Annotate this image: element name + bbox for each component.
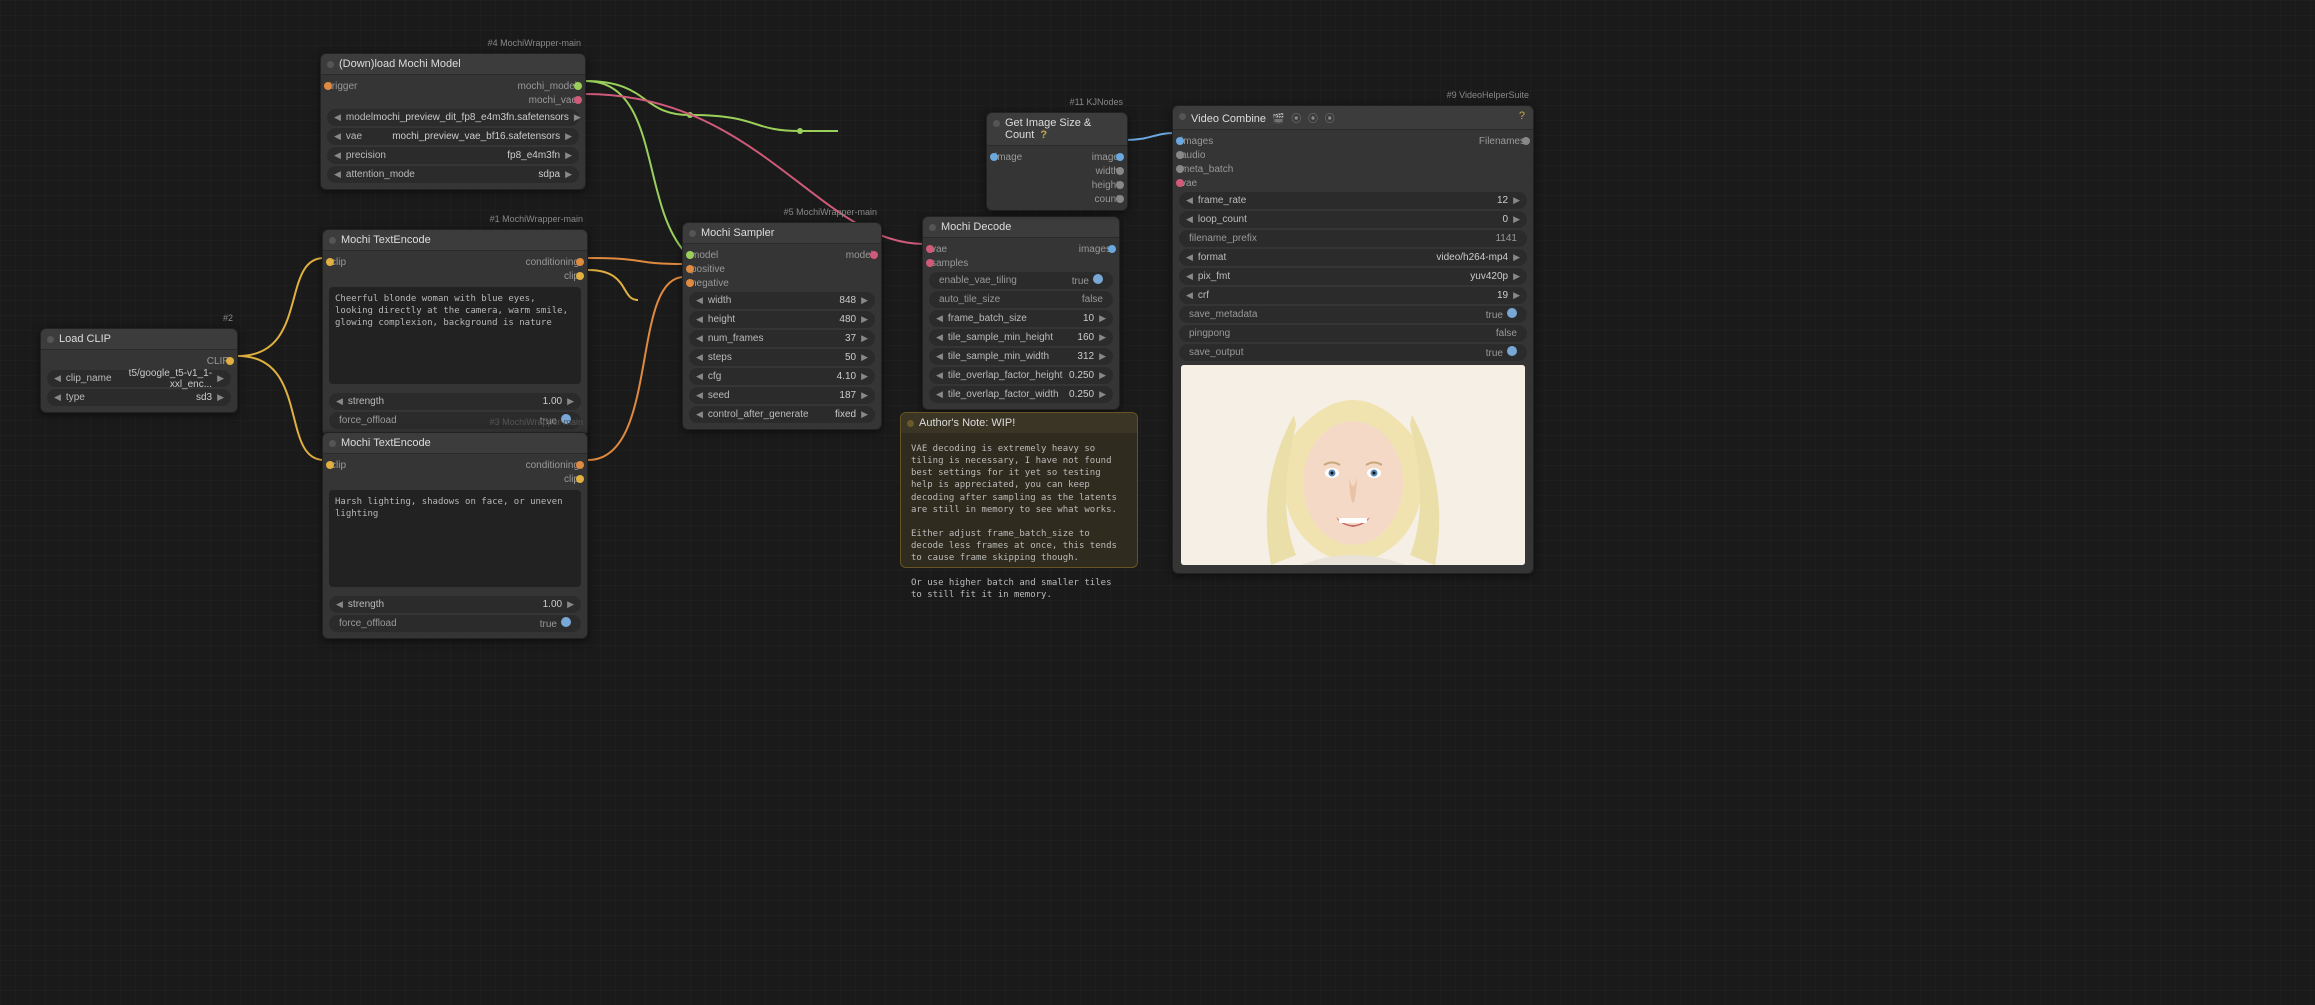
port-negative[interactable]: negative: [691, 278, 729, 289]
param-model[interactable]: ◀modelmochi_preview_dit_fp8_e4m3fn.safet…: [327, 109, 579, 126]
port-model-in[interactable]: model: [691, 250, 718, 261]
prompt-textarea[interactable]: [329, 287, 581, 384]
param-steps[interactable]: ◀steps50▶: [689, 349, 875, 366]
node-textencode-neg[interactable]: #3 MochiWrapper-main Mochi TextEncode cl…: [322, 432, 588, 639]
node-badge: #5 MochiWrapper-main: [784, 207, 877, 217]
node-badge: #1 MochiWrapper-main: [490, 214, 583, 224]
port-cond-out[interactable]: conditioning: [526, 460, 579, 471]
toggle-icon: [561, 617, 571, 627]
param-filename-prefix[interactable]: filename_prefix1141: [1179, 230, 1527, 247]
preview-image: [1181, 365, 1525, 565]
param-auto-tile[interactable]: auto_tile_sizefalse: [929, 291, 1113, 308]
port-height-out[interactable]: height: [1092, 180, 1119, 191]
param-precision[interactable]: ◀precisionfp8_e4m3fn▶: [327, 147, 579, 164]
param-width[interactable]: ◀width848▶: [689, 292, 875, 309]
node-title[interactable]: Mochi TextEncode: [323, 433, 587, 454]
node-title[interactable]: Load CLIP: [41, 329, 237, 350]
param-loop-count[interactable]: ◀loop_count0▶: [1179, 211, 1527, 228]
param-frames[interactable]: ◀num_frames37▶: [689, 330, 875, 347]
port-filenames-out[interactable]: Filenames: [1479, 136, 1525, 147]
port-meta-in[interactable]: meta_batch: [1181, 164, 1233, 175]
port-images-in[interactable]: images: [1181, 136, 1213, 147]
param-cfg[interactable]: ◀cfg4.10▶: [689, 368, 875, 385]
port-trigger[interactable]: trigger: [329, 81, 357, 92]
param-frame-rate[interactable]: ◀frame_rate12▶: [1179, 192, 1527, 209]
param-tiling[interactable]: enable_vae_tilingtrue: [929, 272, 1113, 289]
param-strength[interactable]: ◀strength1.00▶: [329, 596, 581, 613]
node-title[interactable]: Mochi Sampler: [683, 223, 881, 244]
param-minh[interactable]: ◀tile_sample_min_height160▶: [929, 329, 1113, 346]
param-minw[interactable]: ◀tile_sample_min_width312▶: [929, 348, 1113, 365]
node-title[interactable]: Video Combine🎬 ⦿ ⦿ ⦿?: [1173, 106, 1533, 130]
arrow-right-icon[interactable]: ▶: [214, 373, 227, 384]
node-badge: #3 MochiWrapper-main: [490, 417, 583, 427]
port-samples-in[interactable]: samples: [931, 258, 968, 269]
param-clip-name[interactable]: ◀ clip_name t5/google_t5-v1_1-xxl_enc...…: [47, 370, 231, 387]
param-type[interactable]: ◀ type sd3 ▶: [47, 389, 231, 406]
param-strength[interactable]: ◀strength1.00▶: [329, 393, 581, 410]
prompt-textarea[interactable]: [329, 490, 581, 587]
param-force-offload[interactable]: force_offloadtrue: [329, 615, 581, 632]
node-title[interactable]: Mochi TextEncode: [323, 230, 587, 251]
port-mochi-vae[interactable]: mochi_vae: [529, 95, 577, 106]
param-control-after-generate[interactable]: ◀control_after_generatefixed▶: [689, 406, 875, 423]
param-vae[interactable]: ◀vaemochi_preview_vae_bf16.safetensors▶: [327, 128, 579, 145]
param-pingpong[interactable]: pingpongfalse: [1179, 325, 1527, 342]
param-crf[interactable]: ◀crf19▶: [1179, 287, 1527, 304]
port-mochi-model[interactable]: mochi_model: [518, 81, 577, 92]
node-badge: #11 KJNodes: [1070, 97, 1123, 107]
param-ovw[interactable]: ◀tile_overlap_factor_width0.250▶: [929, 386, 1113, 403]
port-image-out[interactable]: image: [1092, 152, 1119, 163]
param-ovh[interactable]: ◀tile_overlap_factor_height0.250▶: [929, 367, 1113, 384]
param-pix-fmt[interactable]: ◀pix_fmtyuv420p▶: [1179, 268, 1527, 285]
node-authors-note[interactable]: Author's Note: WIP! VAE decoding is extr…: [900, 412, 1138, 568]
arrow-left-icon[interactable]: ◀: [51, 373, 64, 384]
port-positive[interactable]: positive: [691, 264, 725, 275]
node-title[interactable]: (Down)load Mochi Model: [321, 54, 585, 75]
node-title[interactable]: Author's Note: WIP!: [901, 413, 1137, 433]
port-model-out[interactable]: model: [846, 250, 873, 261]
port-cond-out[interactable]: conditioning: [526, 257, 579, 268]
node-load-clip[interactable]: #2 Load CLIP CLIP ◀ clip_name t5/google_…: [40, 328, 238, 413]
param-save-metadata[interactable]: save_metadatatrue: [1179, 306, 1527, 323]
param-height[interactable]: ◀height480▶: [689, 311, 875, 328]
toggle-icon: [1093, 274, 1103, 284]
header-icons[interactable]: 🎬 ⦿ ⦿ ⦿: [1272, 114, 1337, 125]
node-decode[interactable]: #10 MochiWrapper-main Mochi Decode vaeim…: [922, 216, 1120, 410]
note-body: VAE decoding is extremely heavy so tilin…: [901, 433, 1137, 611]
node-get-size[interactable]: #11 KJNodes Get Image Size & Count? imag…: [986, 112, 1128, 211]
node-title[interactable]: Mochi Decode: [923, 217, 1119, 238]
port-audio-in[interactable]: audio: [1181, 150, 1205, 161]
port-images-out[interactable]: images: [1079, 244, 1111, 255]
arrow-left-icon[interactable]: ◀: [51, 392, 64, 403]
param-seed[interactable]: ◀seed187▶: [689, 387, 875, 404]
param-save-output[interactable]: save_outputtrue: [1179, 344, 1527, 361]
node-load-mochi[interactable]: #4 MochiWrapper-main (Down)load Mochi Mo…: [320, 53, 586, 190]
arrow-right-icon[interactable]: ▶: [214, 392, 227, 403]
help-icon[interactable]: ?: [1040, 129, 1047, 141]
param-attention[interactable]: ◀attention_modesdpa▶: [327, 166, 579, 183]
node-badge: #9 VideoHelperSuite: [1447, 90, 1529, 100]
node-badge: #2: [223, 313, 233, 323]
node-textencode-pos[interactable]: #1 MochiWrapper-main Mochi TextEncode cl…: [322, 229, 588, 436]
param-batch[interactable]: ◀frame_batch_size10▶: [929, 310, 1113, 327]
port-image-in[interactable]: image: [995, 152, 1022, 163]
node-badge: #4 MochiWrapper-main: [488, 38, 581, 48]
node-sampler[interactable]: #5 MochiWrapper-main Mochi Sampler model…: [682, 222, 882, 430]
toggle-icon: [1507, 308, 1517, 318]
node-video-combine[interactable]: #9 VideoHelperSuite Video Combine🎬 ⦿ ⦿ ⦿…: [1172, 105, 1534, 574]
param-format[interactable]: ◀formatvideo/h264-mp4▶: [1179, 249, 1527, 266]
help-icon[interactable]: ?: [1519, 110, 1525, 122]
node-title[interactable]: Get Image Size & Count?: [987, 113, 1127, 146]
toggle-icon: [1507, 346, 1517, 356]
